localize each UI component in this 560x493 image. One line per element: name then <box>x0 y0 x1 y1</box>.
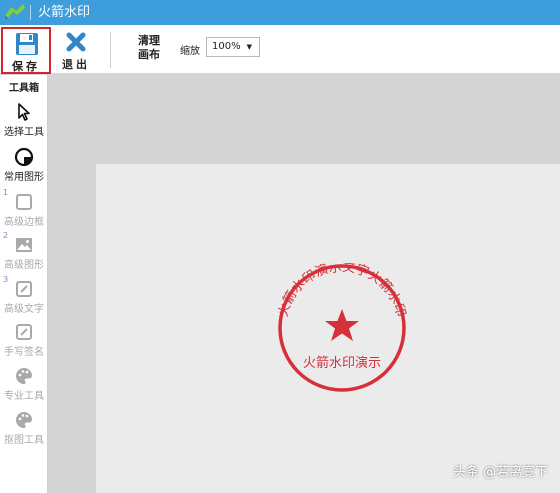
tool-cutout[interactable]: 抠图工具 <box>0 410 48 452</box>
toolbox-header: 工具箱 <box>9 83 39 94</box>
app-logo-icon <box>5 4 25 20</box>
save-button[interactable]: 保存 <box>1 27 51 74</box>
tool-handwritten-signature-label: 手写签名 <box>4 347 44 358</box>
tool-handwritten-signature[interactable]: 手写签名 <box>0 322 48 364</box>
close-icon <box>66 32 86 52</box>
tool-cutout-label: 抠图工具 <box>4 435 44 446</box>
tool-advanced-text[interactable]: 3 高级文字 <box>0 275 48 321</box>
pen-icon <box>16 324 32 340</box>
palette-icon <box>16 412 32 428</box>
title-separator <box>30 5 31 20</box>
image-icon <box>16 238 32 252</box>
tool-advanced-border-label: 高级边框 <box>4 217 44 228</box>
tool-advanced-border[interactable]: 1 高级边框 <box>0 188 48 234</box>
seal-stamp[interactable]: 火箭水印演示文字火箭水印 火箭水印演示 <box>272 263 412 393</box>
tool-advanced-image[interactable]: 2 高级图形 <box>0 231 48 277</box>
toolbar-divider <box>110 32 111 68</box>
zoom-select[interactable]: 100% ▼ <box>206 37 260 57</box>
tool-advanced-text-label: 高级文字 <box>4 304 44 315</box>
save-icon <box>16 33 38 55</box>
cursor-icon <box>18 103 30 121</box>
circle-shape-icon <box>14 147 34 167</box>
tool-common-shapes-label: 常用图形 <box>4 172 44 183</box>
source-watermark: 头条 @若离寛下 <box>453 465 549 480</box>
tool-select-label: 选择工具 <box>4 127 44 138</box>
edit-icon <box>16 281 32 297</box>
toolbar: 保存 退出 清理 画布 缩放 100% ▼ <box>0 25 560 74</box>
tool-professional-label: 专业工具 <box>4 391 44 402</box>
palette-icon <box>16 368 32 384</box>
square-border-icon <box>16 194 32 210</box>
toolbox-sidebar: 工具箱 选择工具 常用图形 1 高级边框 2 高级图形 3 高级文字 手写签名 … <box>0 75 48 493</box>
seal-center-text: 火箭水印演示 <box>303 355 381 371</box>
clear-canvas-label-line2: 画布 <box>138 48 160 61</box>
zoom-value: 100% <box>212 41 241 52</box>
dropdown-arrow-icon: ▼ <box>246 43 252 51</box>
clear-canvas-label-line1: 清理 <box>138 34 160 47</box>
tool-number: 3 <box>3 275 9 284</box>
window-title: 火箭水印 <box>38 5 91 20</box>
tool-professional[interactable]: 专业工具 <box>0 366 48 408</box>
exit-label: 退出 <box>62 58 90 71</box>
seal-star-icon <box>325 309 359 341</box>
save-label: 保存 <box>12 60 40 73</box>
tool-select[interactable]: 选择工具 <box>0 102 48 144</box>
title-bar: 火箭水印 <box>0 0 560 25</box>
zoom-label: 缩放 <box>180 46 200 57</box>
tool-number: 1 <box>3 188 9 197</box>
clear-canvas-button[interactable]: 清理 画布 <box>133 34 165 62</box>
tool-common-shapes[interactable]: 常用图形 <box>0 147 48 189</box>
tool-number: 2 <box>3 231 9 240</box>
exit-button[interactable]: 退出 <box>58 29 94 71</box>
tool-advanced-image-label: 高级图形 <box>4 260 44 271</box>
